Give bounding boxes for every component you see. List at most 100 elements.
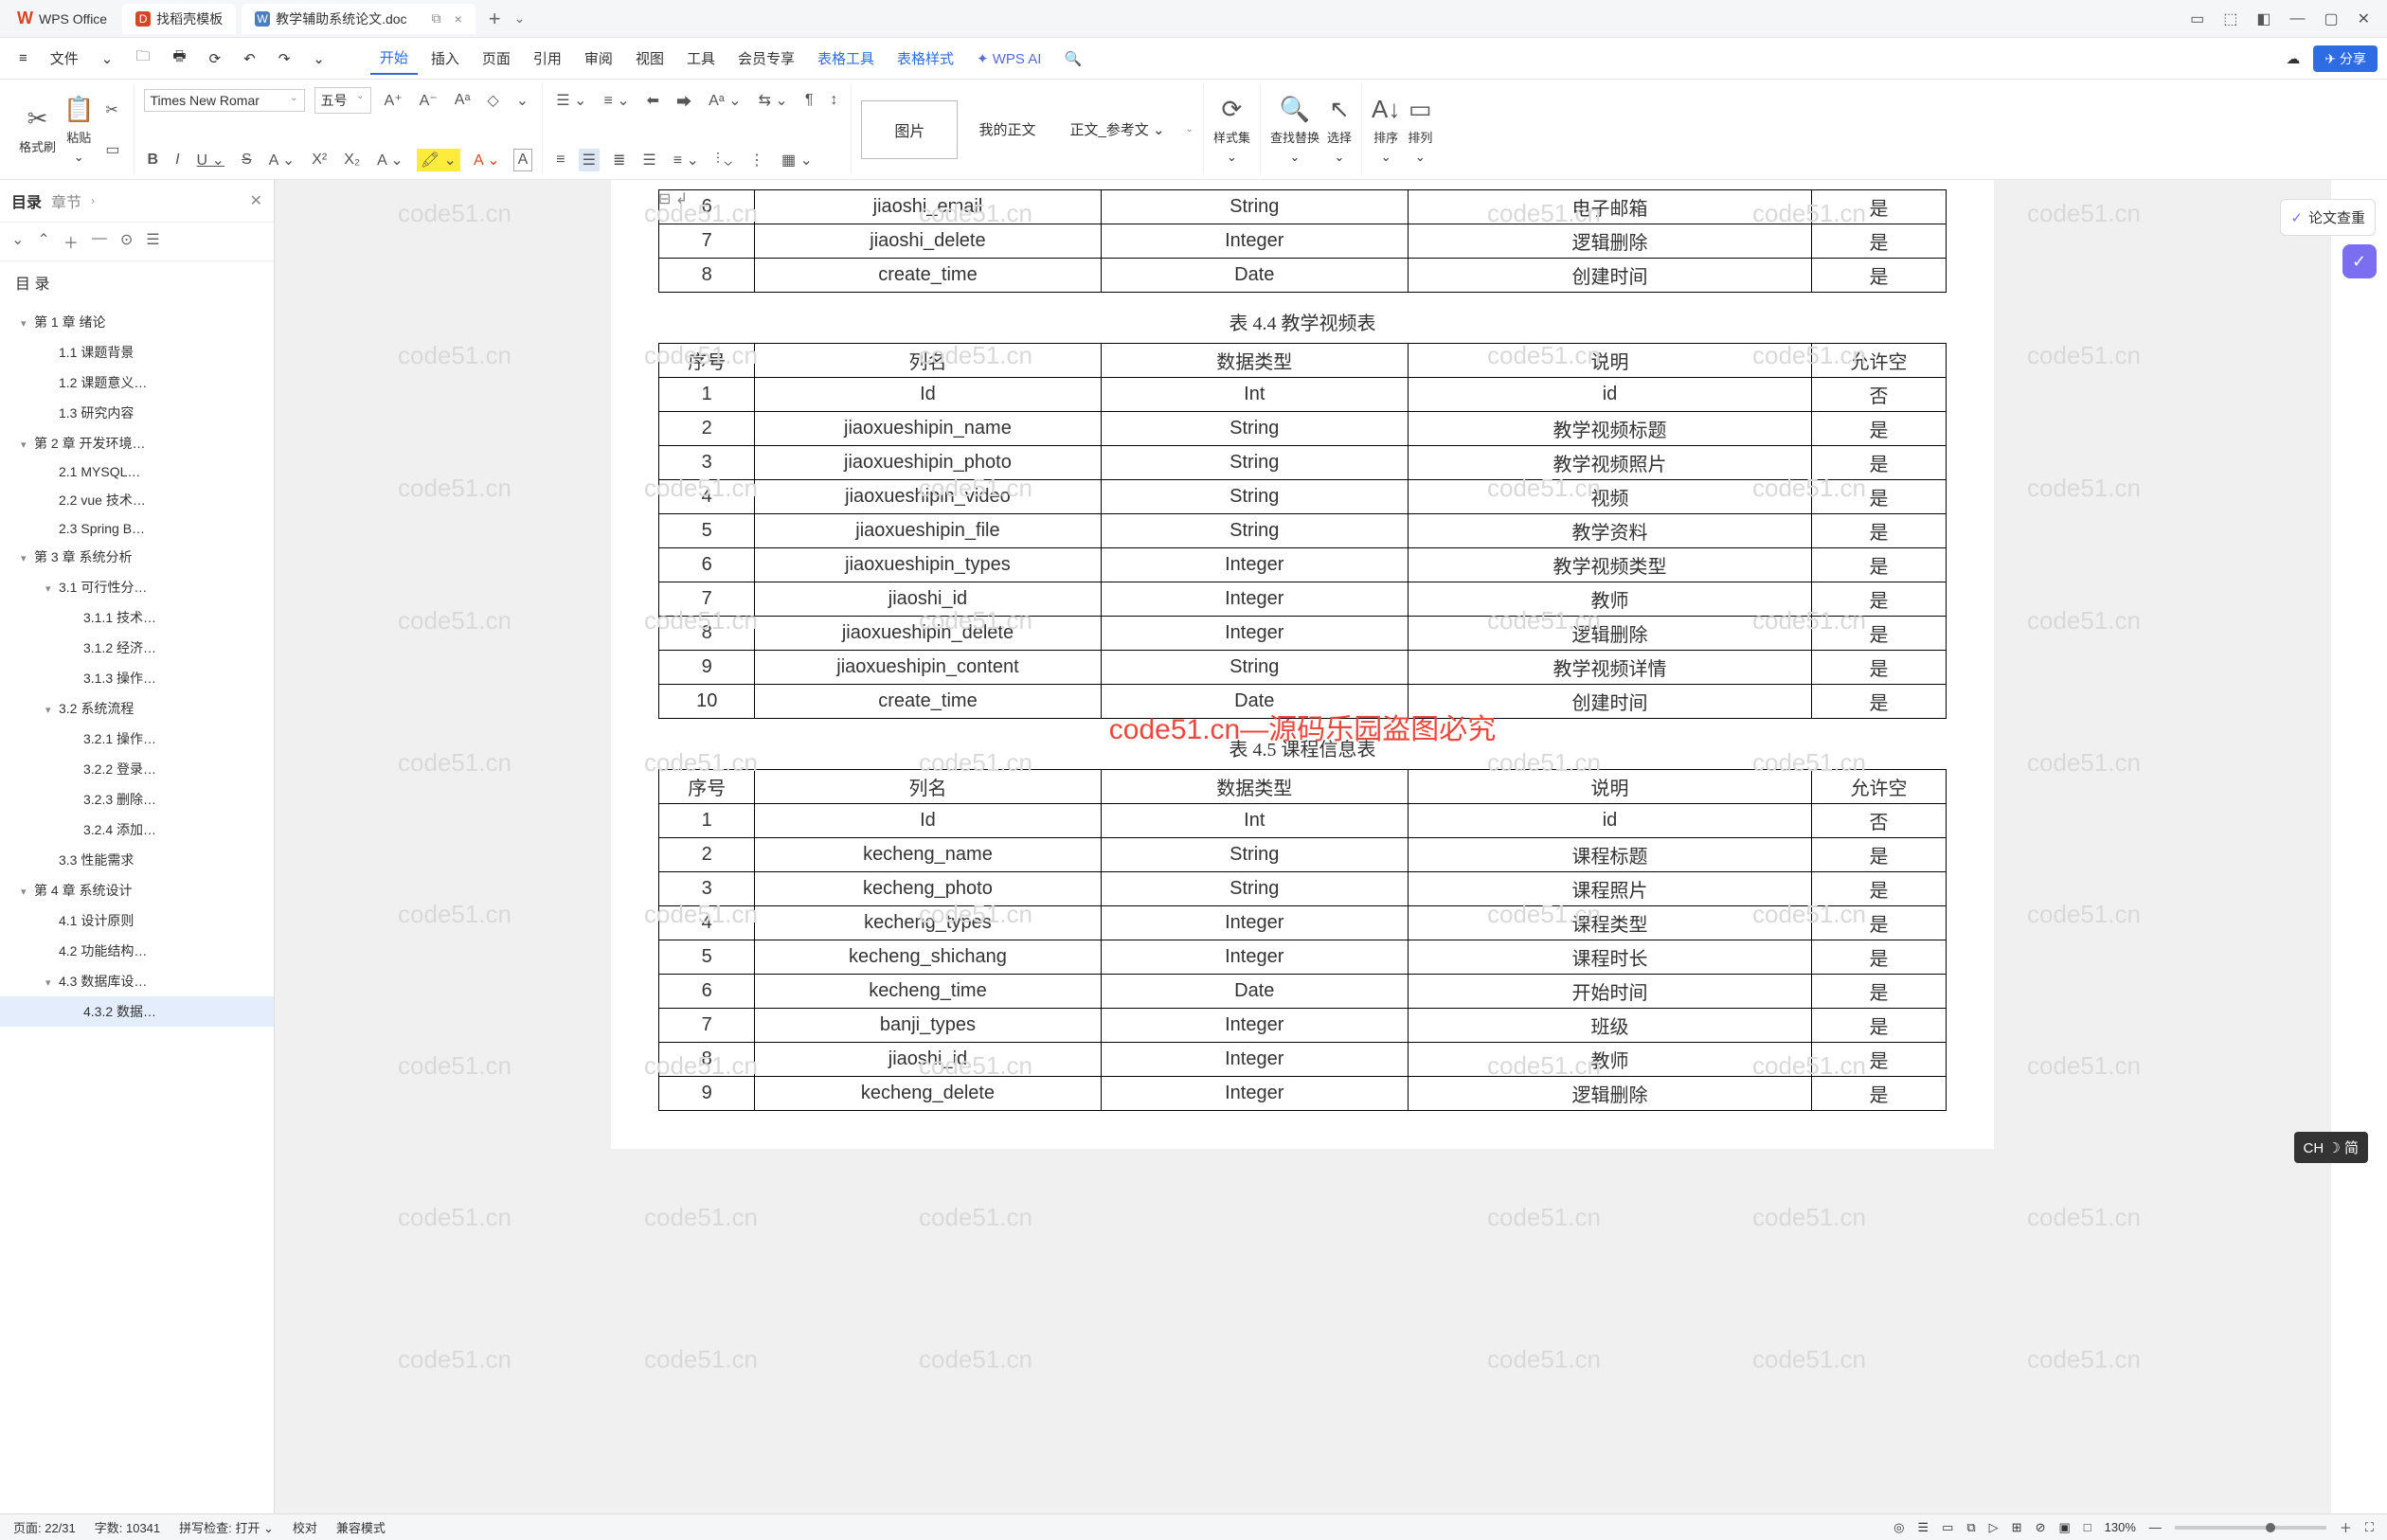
outdent-button[interactable]: ⬅ (643, 89, 663, 112)
outline-item[interactable]: 1.3 研究内容 (0, 398, 274, 428)
find-replace-button[interactable]: 🔍查找替换 ⌄ (1270, 95, 1319, 165)
outline-item[interactable]: 3.1.3 操作… (0, 663, 274, 693)
maximize-icon[interactable]: ▢ (2324, 9, 2338, 28)
style-reference[interactable]: 正文_参考文 ⌄ (1056, 119, 1177, 139)
menu-start[interactable]: 开始 (370, 42, 418, 75)
tab-add-icon[interactable]: + (489, 7, 501, 31)
paste-button[interactable]: 📋粘贴 ⌄ (63, 95, 94, 165)
share-button[interactable]: ✈ 分享 (2313, 45, 2378, 72)
outline-item[interactable]: 1.2 课题意义… (0, 367, 274, 398)
style-set-button[interactable]: ⟳样式集 ⌄ (1213, 95, 1250, 165)
cut-icon[interactable]: ✂ (101, 98, 123, 121)
print-icon[interactable]: 🖶 (163, 41, 195, 76)
zoom-level[interactable]: 130% (2105, 1520, 2136, 1534)
undo-icon[interactable]: ↶ (234, 45, 265, 73)
close-icon[interactable]: ✕ (2358, 9, 2370, 28)
font-style-button[interactable]: A ⌄ (265, 149, 299, 171)
outline-chevron-icon[interactable]: › (91, 194, 95, 207)
panel-icon[interactable]: ▭ (2190, 9, 2204, 28)
tab-close-icon[interactable]: × (455, 11, 462, 27)
zoom-out-icon[interactable]: — (2149, 1520, 2162, 1534)
outline-collapse-icon[interactable]: ⌄ (11, 230, 24, 253)
outline-item[interactable]: 4.1 设计原则 (0, 905, 274, 936)
redo-icon[interactable]: ↷ (269, 45, 300, 73)
outline-item[interactable]: 2.2 vue 技术… (0, 485, 274, 515)
view-grid-icon[interactable]: ⊞ (2012, 1520, 2022, 1535)
outline-item[interactable]: 3.3 性能需求 (0, 845, 274, 875)
document-area[interactable]: ⊟ ↲ 6jiaoshi_emailString电子邮箱是7jiaoshi_de… (275, 180, 2330, 1513)
status-compat[interactable]: 兼容模式 (336, 1518, 386, 1536)
outline-item[interactable]: 2.3 Spring B… (0, 515, 274, 542)
outline-list[interactable]: ▾第 1 章 绪论1.1 课题背景1.2 课题意义…1.3 研究内容▾第 2 章… (0, 303, 274, 1513)
style-normal[interactable]: 我的正文 (965, 119, 1049, 139)
view-play-icon[interactable]: ▷ (1989, 1520, 1999, 1535)
menu-insert[interactable]: 插入 (422, 43, 469, 74)
menu-member[interactable]: 会员专享 (728, 43, 804, 74)
outline-item[interactable]: 3.1.2 经济… (0, 633, 274, 663)
fullscreen-icon[interactable]: ⛶ (2365, 1520, 2374, 1535)
view-page-icon[interactable]: ▭ (1942, 1520, 1953, 1535)
outline-item[interactable]: ▾第 1 章 绪论 (0, 307, 274, 337)
view-web-icon[interactable]: ▣ (2058, 1520, 2070, 1535)
zoom-in-icon[interactable]: ＋ (2340, 1518, 2352, 1536)
picture-button[interactable]: 图片 (861, 100, 958, 159)
asian-layout-button[interactable]: Aᵃ ⌄ (705, 89, 745, 112)
subscript-button[interactable]: X₂ (340, 150, 364, 170)
underline-button[interactable]: U ⌄ (193, 149, 228, 171)
outline-item[interactable]: 3.1.1 技术… (0, 602, 274, 633)
status-proof[interactable]: 校对 (293, 1518, 317, 1536)
rail-check-icon[interactable]: ✓ (2342, 244, 2377, 278)
arrange-button[interactable]: ▭排列 ⌄ (1408, 95, 1432, 165)
view-outline-icon[interactable]: ⊘ (2036, 1520, 2046, 1535)
qa-dd-icon[interactable]: ⌄ (303, 45, 334, 73)
outline-item[interactable]: 3.2.2 登录… (0, 754, 274, 784)
spacing-button[interactable]: ⫶ ⌄ (712, 150, 736, 170)
font-select[interactable]: Times New Romar⌄ (144, 89, 305, 112)
menu-hamburger-icon[interactable]: ≡ (9, 45, 37, 72)
font-color-button[interactable]: A ⌄ (470, 149, 504, 171)
show-marks-button[interactable]: ¶ (801, 90, 817, 111)
italic-button[interactable]: I (171, 150, 183, 170)
outline-item[interactable]: 3.2.1 操作… (0, 724, 274, 754)
font-size-select[interactable]: 五号⌄ (314, 87, 371, 114)
style-more-icon[interactable]: ⌄ (1186, 124, 1194, 134)
tab-dropdown-icon[interactable]: ⌄ (514, 10, 526, 27)
tab-document[interactable]: W 教学辅助系统论文.doc ⧉ × (242, 4, 476, 34)
view-read-icon[interactable]: ☰ (1917, 1520, 1929, 1535)
clear-format-icon[interactable]: ◇ (483, 89, 502, 112)
numbering-button[interactable]: ≡ ⌄ (600, 89, 633, 112)
menu-page[interactable]: 页面 (473, 43, 520, 74)
view-layout-icon[interactable]: ⧉ (1966, 1520, 1975, 1535)
view-draft-icon[interactable]: □ (2084, 1520, 2091, 1534)
align-right-button[interactable]: ≣ (609, 149, 629, 171)
menu-review[interactable]: 审阅 (575, 43, 622, 74)
bold-button[interactable]: B (144, 150, 163, 170)
outline-close-icon[interactable]: ✕ (250, 191, 262, 210)
menu-view[interactable]: 视图 (626, 43, 673, 74)
view-focus-icon[interactable]: ◎ (1893, 1520, 1904, 1535)
font-case-icon[interactable]: Aᵃ (451, 90, 475, 111)
outline-item[interactable]: ▾第 3 章 系统分析 (0, 542, 274, 572)
menu-table-style[interactable]: 表格样式 (888, 43, 963, 74)
bullets-button[interactable]: ☰ ⌄ (552, 89, 590, 112)
outline-item[interactable]: 3.2.3 删除… (0, 784, 274, 815)
outline-item[interactable]: ▾第 4 章 系统设计 (0, 875, 274, 905)
text-effect-button[interactable]: A ⌄ (373, 149, 407, 171)
format-brush-button[interactable]: ✂格式刷 (19, 104, 56, 155)
copy-icon[interactable]: ▭ (101, 138, 123, 161)
outline-item[interactable]: 3.2.4 添加… (0, 815, 274, 845)
font-inc-icon[interactable]: A⁺ (381, 89, 406, 112)
tab-restore-icon[interactable]: ⧉ (432, 10, 441, 27)
superscript-button[interactable]: X² (308, 150, 331, 170)
outline-tab-catalog[interactable]: 目录 (11, 189, 42, 212)
search-icon[interactable]: 🔍 (1054, 45, 1091, 73)
char-shading-button[interactable]: A (513, 149, 533, 171)
app-brand[interactable]: W WPS Office (8, 9, 117, 28)
outline-item[interactable]: ▾4.3 数据库设… (0, 966, 274, 996)
outline-tab-chapter[interactable]: 章节 (51, 189, 81, 212)
select-button[interactable]: ↖选择 ⌄ (1327, 95, 1352, 165)
menu-file[interactable]: 文件 (41, 43, 88, 74)
highlight-button[interactable]: 🖍 ⌄ (417, 149, 460, 171)
cube-icon[interactable]: ⬚ (2223, 9, 2237, 28)
wps-ai[interactable]: ✦ WPS AI (967, 45, 1050, 73)
